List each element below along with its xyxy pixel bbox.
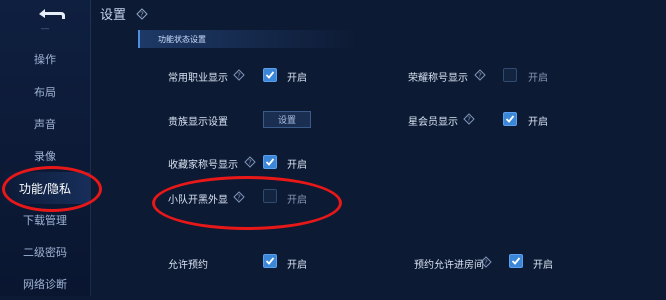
svg-text:?: ? [248, 159, 252, 167]
collector-title-checkbox[interactable] [263, 155, 277, 169]
booking-room-label: 预约允许进房间 [414, 260, 484, 271]
help-icon[interactable]: ? [480, 256, 492, 268]
collector-title-label: 收藏家称号显示 [168, 160, 238, 171]
honor-title-state: 开启 [528, 73, 548, 84]
noble-label: 贵族显示设置 [168, 117, 228, 128]
allow-booking-label: 允许预约 [168, 260, 208, 271]
checkmark-icon [265, 158, 275, 166]
back-button[interactable] [30, 4, 74, 24]
checkmark-icon [265, 257, 275, 265]
booking-room-state: 开启 [533, 260, 553, 271]
help-icon[interactable]: ? [244, 156, 256, 168]
help-icon[interactable]: ? [233, 69, 245, 81]
allow-booking-state: 开启 [287, 260, 307, 271]
booking-room-checkbox[interactable] [509, 254, 523, 268]
svg-text:?: ? [140, 11, 144, 19]
star-member-state: 开启 [528, 117, 548, 128]
noble-settings-button[interactable]: 设置 [263, 111, 311, 128]
common-job-state: 开启 [287, 73, 307, 84]
help-icon[interactable]: ? [474, 69, 486, 81]
common-job-checkbox[interactable] [263, 68, 277, 82]
honor-title-label: 荣耀称号显示 [408, 73, 468, 84]
page-title: 设置 ? [100, 4, 148, 23]
allow-booking-checkbox[interactable] [263, 254, 277, 268]
svg-text:?: ? [467, 116, 471, 124]
svg-text:?: ? [484, 259, 488, 267]
sidebar: — 操作 布局 声音 录像 功能/隐私 下载管理 二级密码 网络诊断 [0, 0, 91, 296]
sidebar-item-operation[interactable]: 操作 [0, 43, 90, 75]
checkmark-icon [505, 115, 515, 123]
star-member-checkbox[interactable] [503, 112, 517, 126]
help-icon[interactable]: ? [463, 113, 475, 125]
back-arrow-icon [39, 9, 65, 19]
sidebar-item-layout[interactable]: 布局 [0, 76, 90, 108]
team-blacklist-checkbox[interactable] [263, 189, 277, 203]
collector-title-state: 开启 [287, 160, 307, 171]
checkmark-icon [265, 71, 275, 79]
sidebar-item-sound[interactable]: 声音 [0, 108, 90, 140]
sidebar-item-partial[interactable]: — [0, 22, 90, 36]
sidebar-item-download[interactable]: 下载管理 [0, 204, 90, 236]
common-job-label: 常用职业显示 [168, 73, 228, 84]
help-icon[interactable]: ? [136, 8, 148, 20]
page-title-text: 设置 [100, 8, 127, 23]
help-icon[interactable]: ? [233, 191, 245, 203]
svg-text:?: ? [237, 72, 241, 80]
sidebar-item-recording[interactable]: 录像 [0, 140, 90, 172]
sidebar-item-secondary-password[interactable]: 二级密码 [0, 236, 90, 268]
honor-title-checkbox[interactable] [503, 68, 517, 82]
team-blacklist-state: 开启 [287, 195, 307, 206]
svg-text:?: ? [478, 72, 482, 80]
sidebar-item-network[interactable]: 网络诊断 [0, 268, 90, 300]
section-header: 功能状态设置 [138, 30, 358, 48]
sidebar-item-function-privacy[interactable]: 功能/隐私 [0, 172, 90, 204]
checkmark-icon [511, 257, 521, 265]
svg-text:?: ? [237, 194, 241, 202]
team-blacklist-label: 小队开黑外显 [168, 195, 228, 206]
star-member-label: 星会员显示 [408, 117, 458, 128]
